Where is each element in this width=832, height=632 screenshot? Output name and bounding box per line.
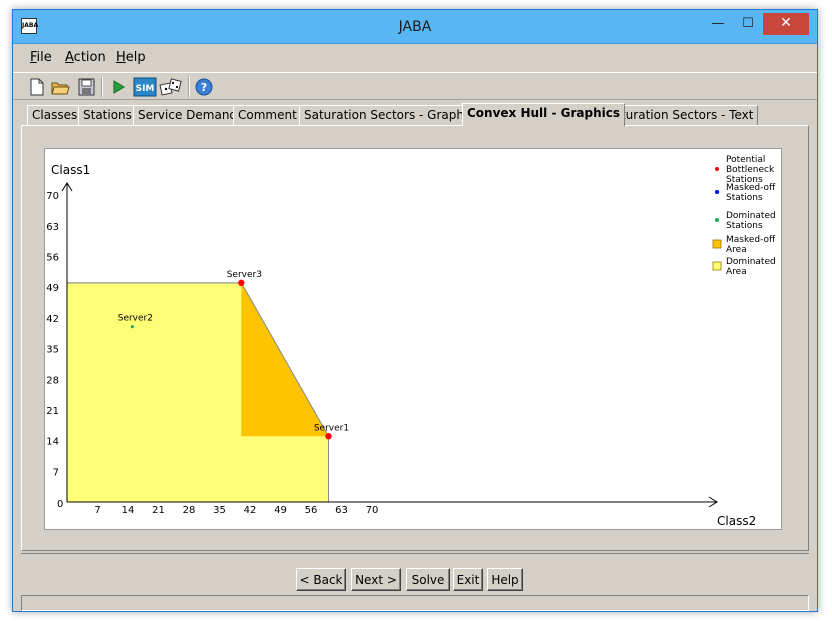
chart-svg: Class2 Class1 0 7 14 21 28 35 42 49 56 63 70 7 14 21 28…	[46, 155, 776, 528]
legend-label: Bottleneck	[726, 165, 775, 175]
station-label: Server2	[118, 314, 153, 324]
maximize-button[interactable]: ☐	[735, 14, 761, 34]
x-tick-label: 70	[366, 505, 379, 516]
x-tick-label: 56	[305, 505, 318, 516]
station-point	[325, 433, 332, 440]
legend-label: Area	[726, 267, 747, 277]
y-tick-label: 35	[46, 345, 59, 356]
station-point	[130, 325, 134, 329]
toolbar-separator	[101, 77, 103, 97]
tab-saturation-sectors-graphics[interactable]: Saturation Sectors - Graphics	[299, 105, 486, 125]
x-tick-label: 49	[274, 505, 287, 516]
legend-label: Dominated	[726, 257, 776, 267]
tab-strip: Classes Stations Service Demands Comment…	[19, 103, 809, 126]
y-tick-label: 56	[46, 253, 59, 264]
new-file-icon[interactable]	[25, 76, 47, 98]
x-tick-label: 63	[335, 505, 348, 516]
y-tick-label: 42	[46, 314, 59, 325]
y-tick-label: 21	[46, 406, 59, 417]
y-tick-label: 49	[46, 283, 59, 294]
solve-button[interactable]: Solve	[406, 568, 450, 591]
dice-icon[interactable]	[159, 76, 183, 98]
x-tick-label: 35	[213, 505, 226, 516]
station-point	[238, 279, 245, 287]
y-tick-label: 28	[46, 375, 59, 386]
y-tick-label: 7	[53, 467, 59, 478]
menu-action[interactable]: Action	[65, 50, 106, 65]
next-button[interactable]: Next >	[351, 568, 401, 591]
toolbar: SIM ?	[13, 72, 817, 100]
menu-file[interactable]: File	[30, 50, 52, 65]
tab-comment[interactable]: Comment	[233, 105, 302, 125]
x-tick-label: 21	[152, 505, 165, 516]
svg-text:?: ?	[201, 81, 207, 94]
x-tick-label: 28	[183, 505, 196, 516]
x-tick-label: 42	[244, 505, 257, 516]
open-folder-icon[interactable]	[49, 76, 71, 98]
status-bar	[21, 595, 809, 611]
origin-label: 0	[57, 499, 63, 510]
save-icon[interactable]	[75, 76, 97, 98]
tab-stations[interactable]: Stations	[78, 105, 137, 125]
legend-marker	[715, 218, 719, 222]
legend-marker	[715, 167, 719, 171]
minimize-button[interactable]: —	[705, 14, 731, 34]
sim-icon[interactable]: SIM	[133, 76, 157, 98]
legend-label: Masked-off	[726, 183, 776, 193]
legend-label: Area	[726, 245, 747, 255]
station-label: Server1	[314, 423, 349, 433]
y-axis-title: Class1	[51, 163, 90, 177]
tab-panel: Class2 Class1 0 7 14 21 28 35 42 49 56 63 70 7 14 21 28…	[21, 125, 809, 551]
menu-help[interactable]: Help	[116, 50, 146, 65]
app-window: JABA JABA — ☐ ✕ File Action Help SIM ? C…	[12, 9, 818, 612]
back-button[interactable]: < Back	[296, 568, 346, 591]
convex-hull-chart: Class2 Class1 0 7 14 21 28 35 42 49 56 63 70 7 14 21 28…	[44, 148, 782, 530]
run-icon[interactable]	[107, 76, 129, 98]
legend-label: Potential	[726, 155, 765, 165]
legend-marker	[715, 190, 719, 194]
y-tick-label: 14	[46, 437, 59, 448]
help-button[interactable]: Help	[487, 568, 523, 591]
help-icon[interactable]: ?	[193, 76, 215, 98]
tab-convex-hull-graphics[interactable]: Convex Hull - Graphics	[462, 103, 625, 126]
wizard-button-bar: < Back Next > Solve Exit Help	[21, 553, 809, 593]
toolbar-separator	[188, 77, 190, 97]
legend-marker	[712, 239, 722, 249]
y-tick-label: 63	[46, 222, 59, 233]
x-axis-title: Class2	[717, 514, 756, 528]
legend-label: Stations	[726, 221, 763, 231]
menu-bar: File Action Help	[13, 46, 817, 70]
legend-label: Dominated	[726, 211, 776, 221]
x-tick-label: 14	[122, 505, 135, 516]
svg-text:SIM: SIM	[136, 84, 155, 94]
legend-label: Masked-off	[726, 235, 776, 245]
exit-button[interactable]: Exit	[453, 568, 483, 591]
legend-label: Stations	[726, 193, 763, 203]
station-label: Server3	[227, 270, 262, 280]
tab-classes[interactable]: Classes	[27, 105, 83, 125]
x-tick-label: 7	[94, 505, 100, 516]
title-bar[interactable]: JABA JABA — ☐ ✕	[13, 10, 817, 44]
close-button[interactable]: ✕	[763, 13, 809, 35]
y-tick-label: 70	[46, 191, 59, 202]
tab-service-demands[interactable]: Service Demands	[133, 105, 249, 125]
legend-marker	[712, 261, 722, 271]
window-title: JABA	[398, 19, 432, 35]
